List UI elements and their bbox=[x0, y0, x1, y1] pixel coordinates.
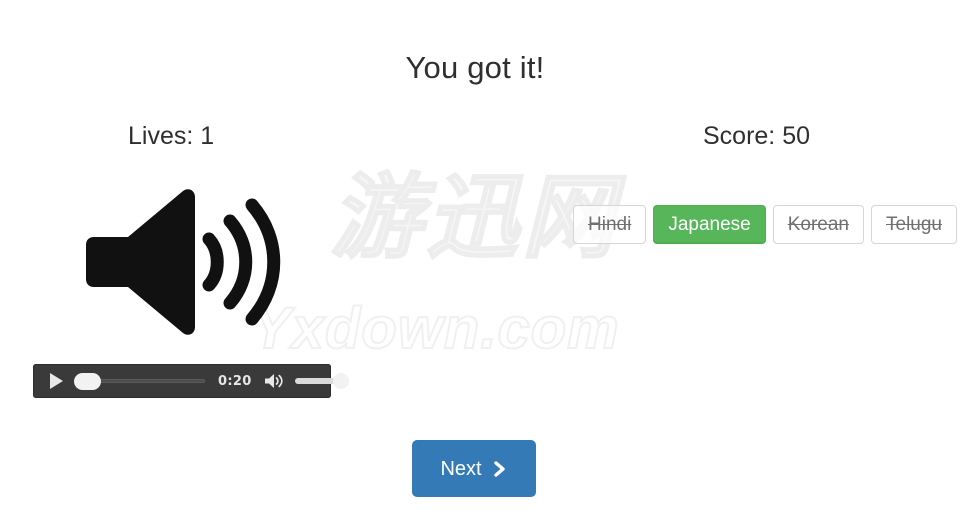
play-icon[interactable] bbox=[45, 370, 67, 392]
speaker-icon[interactable] bbox=[263, 371, 287, 391]
lives-counter: Lives: 1 bbox=[128, 122, 215, 150]
score-counter: Score: 50 bbox=[703, 122, 811, 150]
audio-progress-thumb[interactable] bbox=[74, 373, 101, 390]
page-title: You got it! bbox=[405, 49, 545, 85]
next-button[interactable]: Next bbox=[412, 440, 536, 497]
answer-option-japanese[interactable]: Japanese bbox=[653, 205, 766, 244]
answer-option-korean[interactable]: Korean bbox=[772, 205, 864, 244]
answer-option-hindi[interactable]: Hindi bbox=[573, 205, 647, 244]
next-button-label: Next bbox=[440, 457, 482, 480]
play-triangle bbox=[49, 373, 63, 389]
audio-player[interactable]: 0:20 bbox=[33, 364, 349, 398]
speaker-volume-icon bbox=[78, 183, 286, 341]
chevron-right-icon bbox=[492, 459, 508, 479]
answer-options-group: Hindi Japanese Korean Telugu bbox=[573, 205, 957, 244]
answer-option-telugu[interactable]: Telugu bbox=[871, 205, 957, 244]
quiz-screen: You got it! Lives: 1 Score: 50 Hindi Jap… bbox=[0, 0, 980, 532]
audio-volume-thumb[interactable] bbox=[332, 373, 349, 389]
audio-volume-slider[interactable] bbox=[294, 372, 355, 390]
audio-time-display: 0:20 bbox=[218, 373, 252, 389]
audio-progress-slider[interactable] bbox=[74, 372, 205, 390]
